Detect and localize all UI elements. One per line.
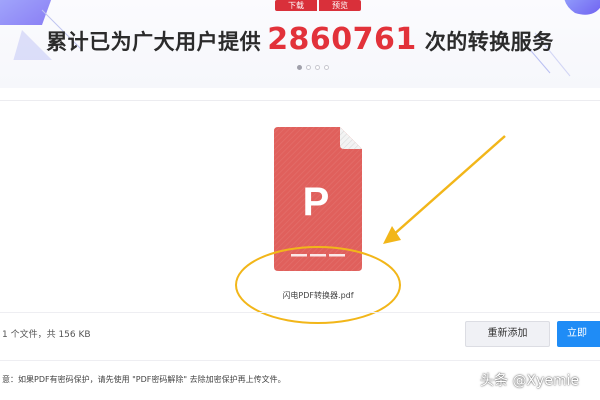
carousel-dot[interactable] <box>306 65 311 70</box>
divider <box>0 360 600 361</box>
carousel-dot[interactable] <box>297 65 302 70</box>
file-summary: 1 个文件，共 156 KB <box>2 330 91 340</box>
pointer-arrow-head <box>383 226 401 244</box>
download-button[interactable]: 下载 <box>275 0 317 11</box>
conversion-count: 2860761 <box>267 22 417 57</box>
banner-suffix: 次的转换服务 <box>424 30 554 54</box>
start-conversion-button[interactable]: 立即 <box>557 321 600 347</box>
file-card[interactable]: P <box>274 127 362 287</box>
file-type-letter: P <box>303 180 330 224</box>
file-name: 闪电PDF转换器.pdf <box>282 291 354 300</box>
carousel-dots <box>297 65 329 71</box>
pointer-arrow-line <box>391 135 506 237</box>
pdf-file-icon: P <box>274 127 362 271</box>
stats-banner: 累计已为广大用户提供 2860761 次的转换服务 <box>0 0 600 88</box>
banner-prefix: 累计已为广大用户提供 <box>46 30 262 54</box>
preview-button[interactable]: 预览 <box>319 0 361 11</box>
password-notice: 意：如果PDF有密码保护，请先使用 "PDF密码解除" 去除加密保护再上传文件。 <box>2 375 286 384</box>
readd-files-button[interactable]: 重新添加 <box>465 321 550 347</box>
carousel-dot[interactable] <box>324 65 329 70</box>
divider <box>0 312 600 313</box>
carousel-dot[interactable] <box>315 65 320 70</box>
watermark: 头条 @Xyemie <box>480 373 580 389</box>
divider <box>0 100 600 101</box>
banner-headline: 累计已为广大用户提供 2860761 次的转换服务 <box>0 22 600 57</box>
converter-page: 累计已为广大用户提供 2860761 次的转换服务 P 下载 预览 闪电PDF转… <box>0 0 600 400</box>
